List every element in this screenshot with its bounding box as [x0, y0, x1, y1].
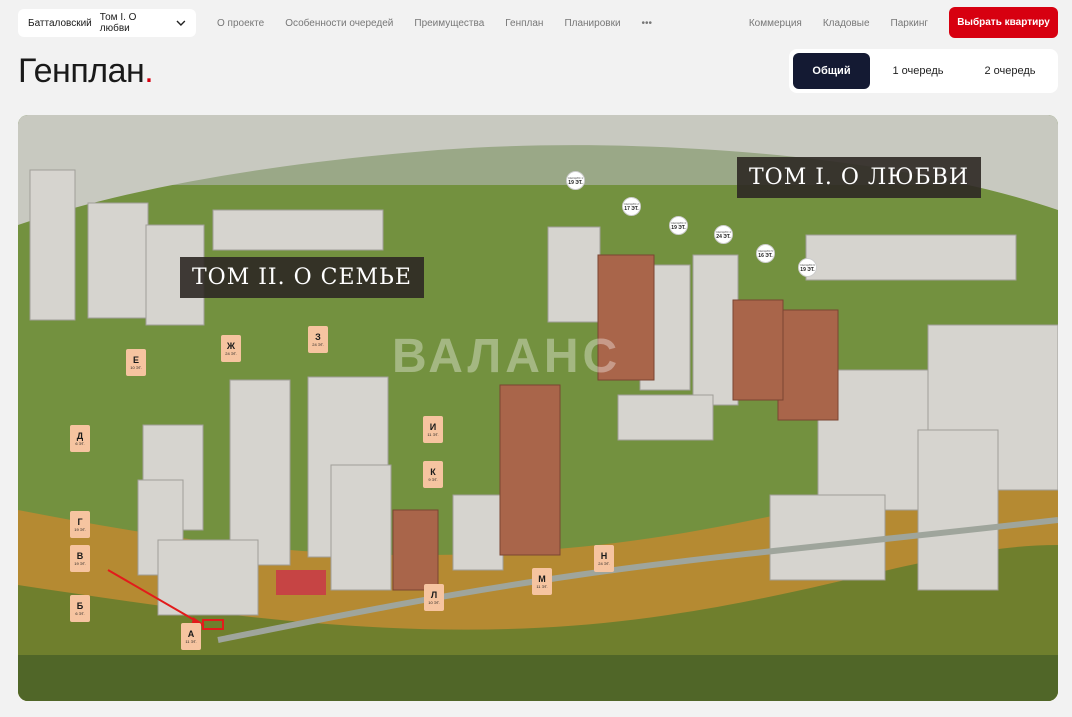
- building-pin-zh[interactable]: Ж 24 ЭТ.: [221, 335, 241, 362]
- tab-queue-2[interactable]: 2 очередь: [966, 53, 1054, 89]
- building-pin-i[interactable]: И 11 ЭТ.: [423, 416, 443, 443]
- queue-tabs: Общий 1 очередь 2 очередь: [789, 49, 1058, 93]
- queue-label-tom2[interactable]: ТОМ II. О СЕМЬЕ: [180, 257, 424, 298]
- building-pin-d[interactable]: Д6 ЭТ.: [70, 425, 90, 452]
- section-marker-2[interactable]: СЕКЦИЯ 2 17 ЭТ.: [622, 197, 641, 216]
- top-navigation: Батталовский Том I. О любви О проекте Ос…: [0, 0, 1072, 46]
- building-pin-n[interactable]: Н 24 ЭТ.: [594, 545, 614, 572]
- main-nav: О проекте Особенности очередей Преимущес…: [217, 0, 652, 46]
- aerial-view: [18, 115, 1058, 701]
- tom-name: Том I. О любви: [99, 12, 137, 34]
- building-pin-b[interactable]: Б6 ЭТ.: [70, 595, 90, 622]
- nav-layouts[interactable]: Планировки: [564, 18, 620, 29]
- more-icon[interactable]: •••: [642, 18, 653, 29]
- queue-label-tom1[interactable]: ТОМ I. О ЛЮБВИ: [737, 157, 982, 198]
- nav-storage[interactable]: Кладовые: [823, 18, 870, 29]
- masterplan-map[interactable]: ВАЛАНС ТОМ I. О ЛЮБВИ ТОМ II. О СЕМЬЕ СЕ…: [18, 115, 1058, 701]
- building-pin-g[interactable]: Г 19 ЭТ.: [70, 511, 90, 538]
- project-select[interactable]: Батталовский Том I. О любви: [18, 9, 196, 37]
- tab-queue-1[interactable]: 1 очередь: [874, 53, 962, 89]
- building-pin-l[interactable]: Л 10 ЭТ.: [424, 584, 444, 611]
- section-marker-1[interactable]: СЕКЦИЯ 1 19 ЭТ.: [566, 171, 585, 190]
- watermark: ВАЛАНС: [392, 330, 622, 383]
- choose-apartment-button[interactable]: Выбрать квартиру: [949, 7, 1058, 38]
- nav-parking[interactable]: Паркинг: [891, 18, 928, 29]
- section-marker-3[interactable]: СЕКЦИЯ 3 19 ЭТ.: [669, 216, 688, 235]
- secondary-nav: Коммерция Кладовые Паркинг: [749, 0, 928, 46]
- section-marker-6[interactable]: СЕКЦИЯ 6 19 ЭТ.: [798, 258, 817, 277]
- nav-features[interactable]: Особенности очередей: [285, 18, 393, 29]
- tab-general[interactable]: Общий: [793, 53, 870, 89]
- building-pin-e[interactable]: Е 10 ЭТ.: [126, 349, 146, 376]
- building-pin-m[interactable]: М 11 ЭТ.: [532, 568, 552, 595]
- building-pin-z[interactable]: З 24 ЭТ.: [308, 326, 328, 353]
- nav-commerce[interactable]: Коммерция: [749, 18, 802, 29]
- section-marker-5[interactable]: СЕКЦИЯ 5 16 ЭТ.: [756, 244, 775, 263]
- chevron-down-icon: [176, 20, 186, 26]
- page-title: Генплан.: [18, 52, 154, 90]
- section-marker-4[interactable]: СЕКЦИЯ 4 24 ЭТ.: [714, 225, 733, 244]
- nav-masterplan[interactable]: Генплан: [505, 18, 543, 29]
- nav-benefits[interactable]: Преимущества: [414, 18, 484, 29]
- nav-about[interactable]: О проекте: [217, 18, 264, 29]
- building-pin-v[interactable]: В 19 ЭТ.: [70, 545, 90, 572]
- building-pin-a[interactable]: А 11 ЭТ.: [181, 623, 201, 650]
- building-pin-k[interactable]: К9 ЭТ.: [423, 461, 443, 488]
- complex-name: Батталовский: [28, 17, 92, 29]
